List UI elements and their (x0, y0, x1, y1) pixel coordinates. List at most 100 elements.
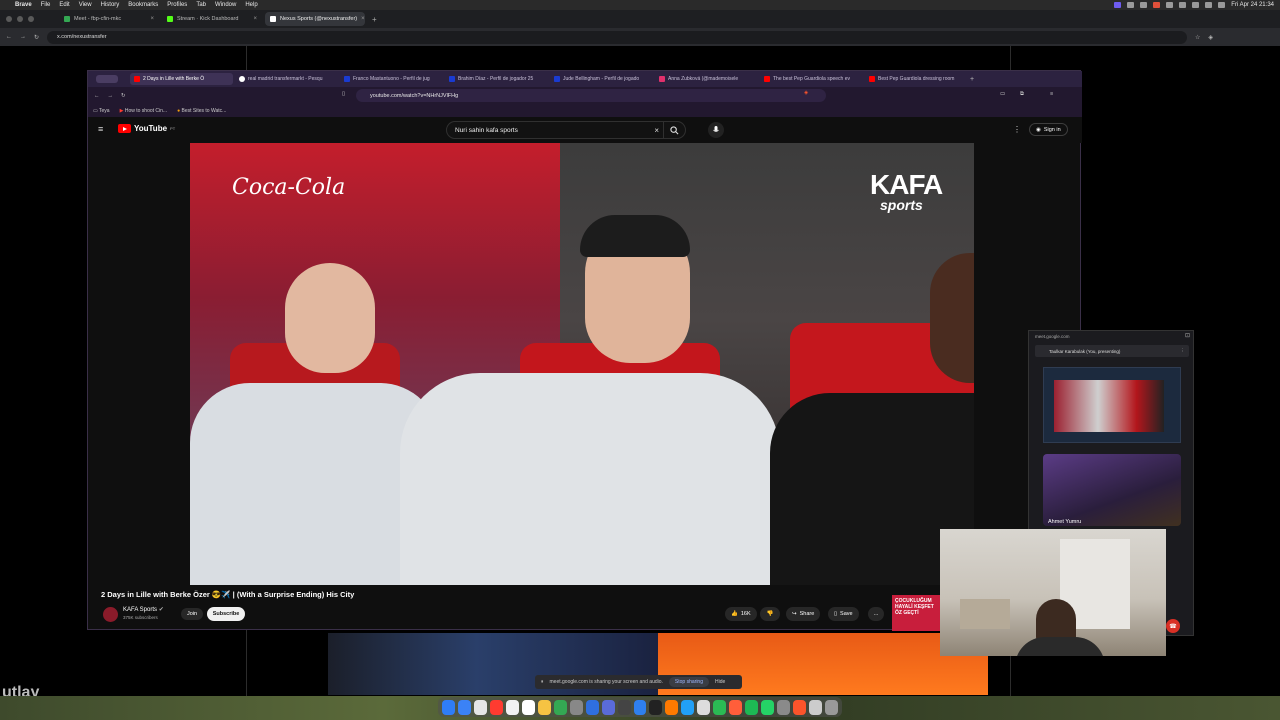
dock-app-icon[interactable] (617, 699, 631, 715)
clear-search-icon[interactable]: × (654, 126, 659, 135)
search-icon[interactable] (1205, 2, 1213, 8)
clock[interactable]: Fri Apr 24 21:34 (1231, 2, 1274, 8)
bookmark-star-icon[interactable]: ☆ (1195, 34, 1200, 41)
dock-app-icon[interactable] (489, 699, 503, 715)
inner-tab[interactable]: Franco Mastantuono - Perfil de jug (340, 73, 443, 85)
status-icon[interactable] (1140, 2, 1148, 8)
dock-app-icon[interactable] (458, 699, 471, 715)
inner-tab[interactable]: The best Pep Guardiola speech ev (760, 73, 863, 85)
menu-tab[interactable]: Tab (196, 2, 206, 8)
forward-icon[interactable]: → (108, 93, 114, 99)
wifi-icon[interactable] (1179, 2, 1187, 8)
dislike-button[interactable]: 👎 (760, 607, 780, 621)
voice-search-button[interactable] (708, 122, 724, 138)
menu-help[interactable]: Help (245, 2, 257, 8)
search-input[interactable]: Nuri sahin kafa sports × (446, 121, 686, 139)
new-tab-button[interactable]: + (970, 76, 974, 83)
minimize-window-icon[interactable] (17, 16, 23, 22)
extensions-icon[interactable]: ⧉ (1020, 91, 1024, 98)
join-button[interactable]: Join (181, 608, 203, 620)
presenter-bar[interactable]: Taulkar Karabulak (You, presenting) ⋮ (1035, 345, 1189, 357)
screen-share-preview[interactable] (1043, 367, 1181, 443)
screen-sharing-icon[interactable] (1114, 2, 1122, 8)
hamburger-menu-icon[interactable]: ≡ (98, 124, 103, 134)
forward-icon[interactable]: → (20, 34, 26, 40)
menu-bookmarks[interactable]: Bookmarks (128, 2, 158, 8)
video-player[interactable]: Coca-Cola KAFA sports (190, 143, 974, 585)
dock-app-icon[interactable] (505, 699, 519, 715)
status-icon[interactable] (1166, 2, 1174, 8)
battery-icon[interactable] (1192, 2, 1200, 8)
reload-icon[interactable]: ↻ (121, 93, 126, 99)
sidebar-toggle-icon[interactable]: ▭ (1000, 91, 1005, 97)
outer-tab-x[interactable]: Nexus Sports (@nexustransfer) × (265, 12, 365, 26)
menu-app-name[interactable]: Brave (15, 2, 32, 8)
dock-app-icon[interactable] (442, 699, 456, 715)
inner-tab[interactable]: Brahim Díaz - Perfil de jogador 25 (445, 73, 548, 85)
close-icon[interactable]: × (150, 16, 154, 22)
menu-window[interactable]: Window (215, 2, 236, 8)
dock-app-icon[interactable] (793, 699, 806, 715)
search-button[interactable] (663, 122, 685, 138)
new-tab-button[interactable]: + (372, 15, 377, 24)
dock-app-icon[interactable] (809, 699, 822, 715)
dock-app-icon[interactable] (824, 699, 838, 715)
more-options-icon[interactable]: ⋮ (1013, 125, 1021, 134)
inner-url-field[interactable]: youtube.com/watch?v=NHrNJVlFHg (356, 89, 826, 102)
recommended-thumbnail[interactable]: ÇOCUKLUĞUM HAYALİ KEŞFET ÖZ GEÇTİ (892, 595, 940, 631)
dock-app-icon[interactable] (633, 699, 647, 715)
dock-app-icon[interactable] (553, 699, 567, 715)
channel-name[interactable]: KAFA Sports ✔ (123, 606, 164, 613)
status-icon[interactable] (1127, 2, 1135, 8)
dock-app-icon[interactable] (761, 699, 775, 715)
menu-profiles[interactable]: Profiles (167, 2, 187, 8)
brave-shield-icon[interactable]: ◈ (1208, 34, 1213, 41)
maximize-window-icon[interactable] (28, 16, 34, 22)
back-icon[interactable]: ← (6, 34, 12, 40)
close-icon[interactable]: × (361, 16, 365, 22)
record-icon[interactable] (1153, 2, 1161, 8)
dock-app-icon[interactable] (537, 699, 551, 715)
inner-tab[interactable]: Jude Bellingham - Perfil de jogado (550, 73, 653, 85)
dock-app-icon[interactable] (521, 699, 535, 715)
bookmark-icon[interactable]: ▯ (342, 91, 345, 97)
close-window-icon[interactable] (6, 16, 12, 22)
dock-app-icon[interactable] (729, 699, 743, 715)
share-button[interactable]: ↪ Share (786, 607, 821, 621)
brave-shield-icon[interactable]: ◈ (804, 90, 808, 96)
outer-tab-kick[interactable]: Stream · Kick Dashboard × (162, 12, 262, 26)
bookmark-item[interactable]: ▶ How to shoot Cin... (120, 108, 168, 114)
stop-sharing-button[interactable]: Stop sharing (668, 677, 709, 687)
inner-tab-youtube[interactable]: 2 Days in Lille with Berke Ö (130, 73, 233, 85)
more-actions-button[interactable]: ... (868, 607, 884, 621)
close-pip-icon[interactable]: ⊡ (1185, 332, 1190, 339)
hide-button[interactable]: Hide (715, 679, 725, 685)
inner-tab[interactable]: Anna Zubková (@mademoisele (655, 73, 758, 85)
dock-app-icon[interactable] (777, 699, 791, 715)
youtube-logo[interactable]: YouTube PT (118, 124, 175, 133)
hang-up-button[interactable]: ☎ (1166, 619, 1180, 633)
tab-group-icon[interactable] (96, 75, 118, 83)
inner-tab[interactable]: Best Pep Guardiola dressing room (865, 73, 968, 85)
like-button[interactable]: 👍 16K (725, 607, 757, 621)
reload-icon[interactable]: ↻ (34, 34, 39, 41)
bookmark-item[interactable]: ▭ Teya (93, 108, 110, 114)
sign-in-button[interactable]: ◉ Sign in (1029, 123, 1068, 136)
bookmark-item[interactable]: ● Best Sites to Watc... (177, 108, 226, 114)
outer-url-field[interactable]: x.com/nexustransfer (47, 30, 1188, 44)
close-icon[interactable]: × (253, 16, 257, 22)
menu-edit[interactable]: Edit (59, 2, 69, 8)
participant-tile[interactable] (1043, 454, 1181, 526)
dock-app-icon[interactable] (745, 699, 759, 715)
dock-app-icon[interactable] (601, 699, 615, 715)
menu-file[interactable]: File (41, 2, 51, 8)
dock-app-icon[interactable] (713, 699, 727, 715)
dock-app-icon[interactable] (569, 699, 583, 715)
menu-history[interactable]: History (101, 2, 120, 8)
dock-app-icon[interactable] (473, 699, 487, 715)
inner-tab[interactable]: real madrid transfermarkt - Pesqu (235, 73, 338, 85)
control-center-icon[interactable] (1218, 2, 1226, 8)
subscribe-button[interactable]: Subscribe (207, 607, 245, 621)
dock-app-icon[interactable] (697, 699, 711, 715)
more-options-icon[interactable]: ⋮ (1181, 348, 1186, 354)
